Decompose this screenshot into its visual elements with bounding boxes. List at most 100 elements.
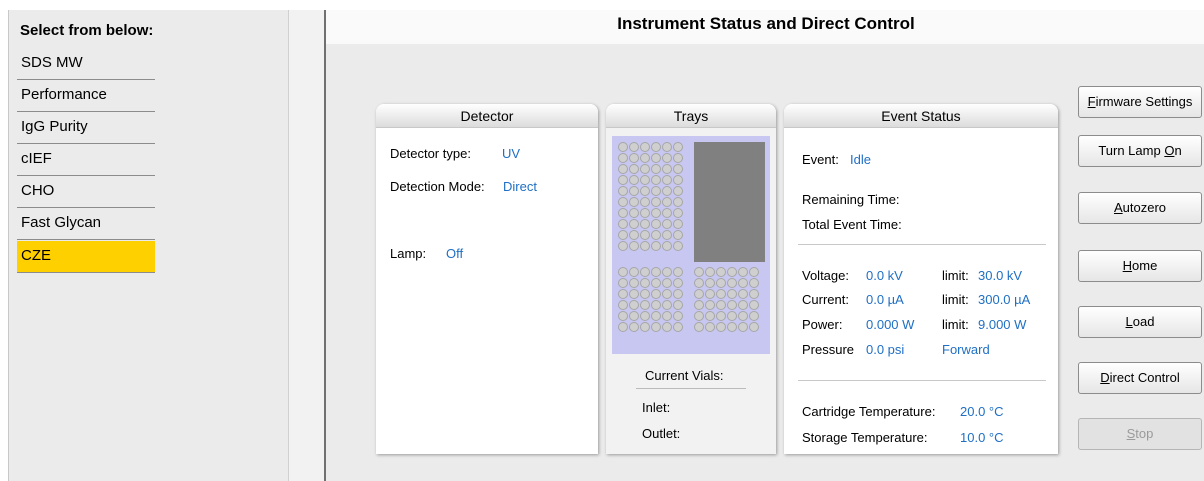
vial[interactable] [618, 322, 628, 332]
vial[interactable] [640, 197, 650, 207]
tray-bottom-left-vials[interactable] [618, 267, 683, 332]
vial[interactable] [618, 230, 628, 240]
direct-control-button[interactable]: Direct Control [1078, 362, 1202, 394]
vial[interactable] [651, 219, 661, 229]
vial[interactable] [629, 267, 639, 277]
vial[interactable] [640, 241, 650, 251]
vial[interactable] [694, 311, 704, 321]
vial[interactable] [694, 267, 704, 277]
vial[interactable] [705, 278, 715, 288]
vial[interactable] [716, 311, 726, 321]
vial[interactable] [629, 311, 639, 321]
vial[interactable] [640, 186, 650, 196]
vial[interactable] [640, 219, 650, 229]
vial[interactable] [640, 230, 650, 240]
vial[interactable] [662, 219, 672, 229]
firmware-settings-button[interactable]: Firmware Settings [1078, 86, 1202, 118]
vial[interactable] [673, 278, 683, 288]
vial[interactable] [673, 208, 683, 218]
vial[interactable] [629, 278, 639, 288]
vial[interactable] [673, 175, 683, 185]
vial[interactable] [716, 289, 726, 299]
vial[interactable] [640, 267, 650, 277]
vial[interactable] [662, 230, 672, 240]
tray-bottom-right-vials[interactable] [694, 267, 759, 332]
vial[interactable] [618, 164, 628, 174]
vial[interactable] [629, 300, 639, 310]
vial[interactable] [673, 311, 683, 321]
method-item-performance[interactable]: Performance [17, 80, 155, 112]
vial[interactable] [640, 164, 650, 174]
vial[interactable] [716, 322, 726, 332]
vial[interactable] [651, 278, 661, 288]
vial[interactable] [629, 142, 639, 152]
load-button[interactable]: Load [1078, 306, 1202, 338]
vial[interactable] [662, 322, 672, 332]
vial[interactable] [673, 230, 683, 240]
vial[interactable] [629, 289, 639, 299]
vial[interactable] [694, 322, 704, 332]
turn-lamp-on-button[interactable]: Turn Lamp On [1078, 135, 1202, 167]
vial[interactable] [640, 142, 650, 152]
vial[interactable] [618, 300, 628, 310]
vial[interactable] [662, 241, 672, 251]
method-item-sds-mw[interactable]: SDS MW [17, 48, 155, 80]
home-button[interactable]: Home [1078, 250, 1202, 282]
vial[interactable] [618, 186, 628, 196]
vial[interactable] [618, 241, 628, 251]
vial[interactable] [662, 142, 672, 152]
vial[interactable] [716, 300, 726, 310]
vial[interactable] [738, 289, 748, 299]
vial[interactable] [640, 153, 650, 163]
vial[interactable] [651, 153, 661, 163]
vial[interactable] [673, 164, 683, 174]
vial[interactable] [705, 267, 715, 277]
method-item-cho[interactable]: CHO [17, 176, 155, 208]
stop-button[interactable]: Stop [1078, 418, 1202, 450]
method-item-cief[interactable]: cIEF [17, 144, 155, 176]
vial[interactable] [727, 289, 737, 299]
vial[interactable] [738, 267, 748, 277]
vial[interactable] [618, 153, 628, 163]
vial[interactable] [618, 197, 628, 207]
vial[interactable] [662, 300, 672, 310]
vial[interactable] [629, 153, 639, 163]
vial[interactable] [651, 164, 661, 174]
vial[interactable] [640, 289, 650, 299]
vial[interactable] [651, 241, 661, 251]
vial[interactable] [749, 311, 759, 321]
vial[interactable] [662, 175, 672, 185]
vial[interactable] [640, 311, 650, 321]
vial[interactable] [738, 322, 748, 332]
vial[interactable] [673, 322, 683, 332]
vial[interactable] [662, 311, 672, 321]
vial[interactable] [738, 278, 748, 288]
vial[interactable] [705, 322, 715, 332]
vial[interactable] [651, 289, 661, 299]
vial[interactable] [662, 164, 672, 174]
vial[interactable] [716, 278, 726, 288]
vial[interactable] [618, 142, 628, 152]
vial[interactable] [651, 230, 661, 240]
vial[interactable] [651, 267, 661, 277]
panel-splitter[interactable] [288, 10, 324, 481]
vial[interactable] [618, 219, 628, 229]
method-item-fast-glycan[interactable]: Fast Glycan [17, 208, 155, 240]
vial[interactable] [618, 278, 628, 288]
tray-top-left-vials[interactable] [618, 142, 683, 251]
vial[interactable] [651, 208, 661, 218]
vial[interactable] [618, 289, 628, 299]
vial[interactable] [662, 208, 672, 218]
vial[interactable] [705, 300, 715, 310]
vial[interactable] [629, 175, 639, 185]
vial[interactable] [738, 311, 748, 321]
vial[interactable] [651, 311, 661, 321]
vial[interactable] [651, 142, 661, 152]
vial[interactable] [618, 311, 628, 321]
vial[interactable] [651, 300, 661, 310]
autozero-button[interactable]: Autozero [1078, 192, 1202, 224]
vial[interactable] [673, 186, 683, 196]
vial[interactable] [673, 289, 683, 299]
vial[interactable] [749, 322, 759, 332]
vial[interactable] [673, 153, 683, 163]
